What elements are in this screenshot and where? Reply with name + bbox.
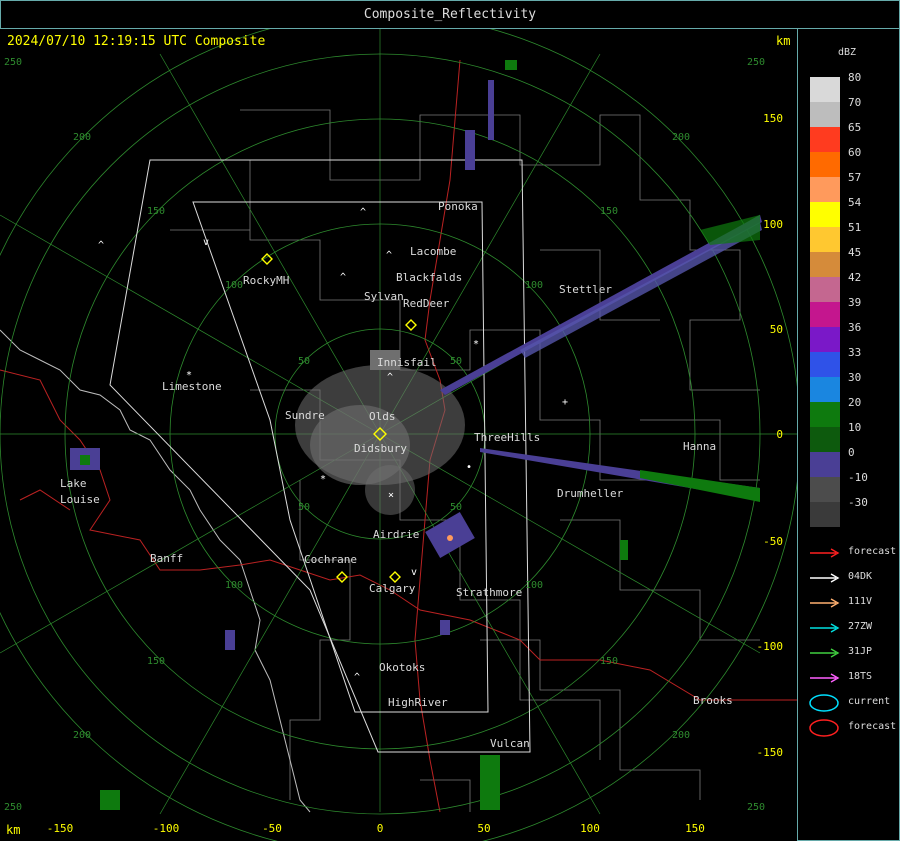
overlay-ellipse-icon — [809, 719, 839, 737]
y-tick: 50 — [770, 323, 783, 336]
svg-text:*: * — [473, 339, 479, 350]
overlay-label: forecast — [848, 546, 897, 557]
city-label: Calgary — [369, 582, 416, 595]
ring-label: 50 — [450, 356, 462, 367]
corner-label: 250 — [4, 57, 22, 68]
ring-label: 150 — [600, 206, 618, 217]
ring-label: 200 — [672, 730, 690, 741]
city-label: Ponoka — [438, 200, 478, 213]
radar-svg: 250 250 250 250 50 50 50 50 100 100 100 … — [0, 29, 797, 841]
city-label: ThreeHills — [474, 431, 540, 444]
svg-text:^: ^ — [387, 372, 393, 383]
city-label: HighRiver — [388, 696, 448, 709]
svg-text:v: v — [411, 567, 417, 578]
overlay-label: 111V — [848, 596, 873, 607]
legend-panel: dBZ 80 70 65 60 57 54 51 45 42 39 36 33 30 20 10 0 -10 -3… — [798, 29, 900, 841]
city-label: Banff — [150, 552, 183, 565]
svg-text:^: ^ — [354, 672, 360, 683]
corner-label: 250 — [747, 802, 765, 813]
ring-label: 50 — [298, 502, 310, 513]
city-label: Innisfail — [377, 356, 437, 369]
y-tick: -100 — [757, 640, 784, 653]
x-tick: 100 — [580, 822, 600, 835]
ring-label: 100 — [525, 580, 543, 591]
overlay-label: 18TS — [848, 671, 873, 682]
km-unit-top: km — [776, 34, 791, 48]
city-label: Sylvan — [364, 290, 404, 303]
svg-text:*: * — [186, 370, 192, 381]
overlay-legend — [809, 548, 840, 737]
strong-cell — [447, 535, 453, 541]
svg-text:×: × — [388, 490, 394, 501]
overlay-label: 27ZW — [848, 621, 873, 632]
city-label: Okotoks — [379, 661, 425, 674]
svg-text:•: • — [466, 462, 472, 473]
x-tick: 50 — [477, 822, 490, 835]
ring-label: 50 — [450, 502, 462, 513]
svg-text:^: ^ — [98, 240, 104, 251]
ring-label: 150 — [147, 656, 165, 667]
city-label: Didsbury — [354, 442, 407, 455]
y-tick: -150 — [757, 746, 784, 759]
city-label: Lake — [60, 477, 87, 490]
city-label: Lacombe — [410, 245, 456, 258]
x-tick: -150 — [47, 822, 74, 835]
svg-text:^: ^ — [360, 207, 366, 218]
y-tick: 100 — [763, 218, 783, 231]
city-label: Stettler — [559, 283, 612, 296]
x-tick: -100 — [153, 822, 180, 835]
overlay-ellipse-icon — [809, 694, 839, 712]
radar-map[interactable]: 250 250 250 250 50 50 50 50 100 100 100 … — [0, 29, 798, 841]
city-label: Blackfalds — [396, 271, 462, 284]
ring-label: 150 — [147, 206, 165, 217]
city-label: RockyMH — [243, 274, 289, 287]
timestamp: 2024/07/10 12:19:15 UTC Composite — [7, 34, 266, 49]
city-label: RedDeer — [403, 297, 450, 310]
svg-text:^: ^ — [386, 250, 392, 261]
overlay-label: forecast — [848, 721, 897, 732]
overlay-label: current — [848, 696, 891, 707]
ring-label: 100 — [525, 280, 543, 291]
city-label: Olds — [369, 410, 396, 423]
ring-label: 150 — [600, 656, 618, 667]
city-label: Cochrane — [304, 553, 357, 566]
ring-label: 200 — [73, 730, 91, 741]
ring-label: 50 — [298, 356, 310, 367]
km-unit-bottom: km — [6, 823, 21, 837]
city-label: Louise — [60, 493, 100, 506]
x-tick: 0 — [377, 822, 384, 835]
svg-text:+: + — [562, 397, 568, 408]
ring-label: 200 — [672, 132, 690, 143]
window-title: Composite_Reflectivity — [0, 0, 900, 29]
corner-label: 250 — [4, 802, 22, 813]
city-label: Strathmore — [456, 586, 522, 599]
city-label: Hanna — [683, 440, 716, 453]
svg-text:v: v — [203, 237, 209, 248]
city-label: Drumheller — [557, 487, 624, 500]
x-tick: 150 — [685, 822, 705, 835]
ring-label: 100 — [225, 280, 243, 291]
overlay-label: 04DK — [848, 571, 873, 582]
x-tick: -50 — [262, 822, 282, 835]
ring-label: 100 — [225, 580, 243, 591]
svg-text:*: * — [320, 474, 326, 485]
svg-text:^: ^ — [340, 272, 346, 283]
city-label: Vulcan — [490, 737, 530, 750]
corner-label: 250 — [747, 57, 765, 68]
city-label: Limestone — [162, 380, 222, 393]
city-label: Airdrie — [373, 528, 419, 541]
y-tick: 150 — [763, 112, 783, 125]
ring-label: 200 — [73, 132, 91, 143]
y-tick: -50 — [763, 535, 783, 548]
y-tick: 0 — [776, 428, 783, 441]
city-label: Brooks — [693, 694, 733, 707]
overlay-label: 31JP — [848, 646, 873, 657]
city-label: Sundre — [285, 409, 325, 422]
